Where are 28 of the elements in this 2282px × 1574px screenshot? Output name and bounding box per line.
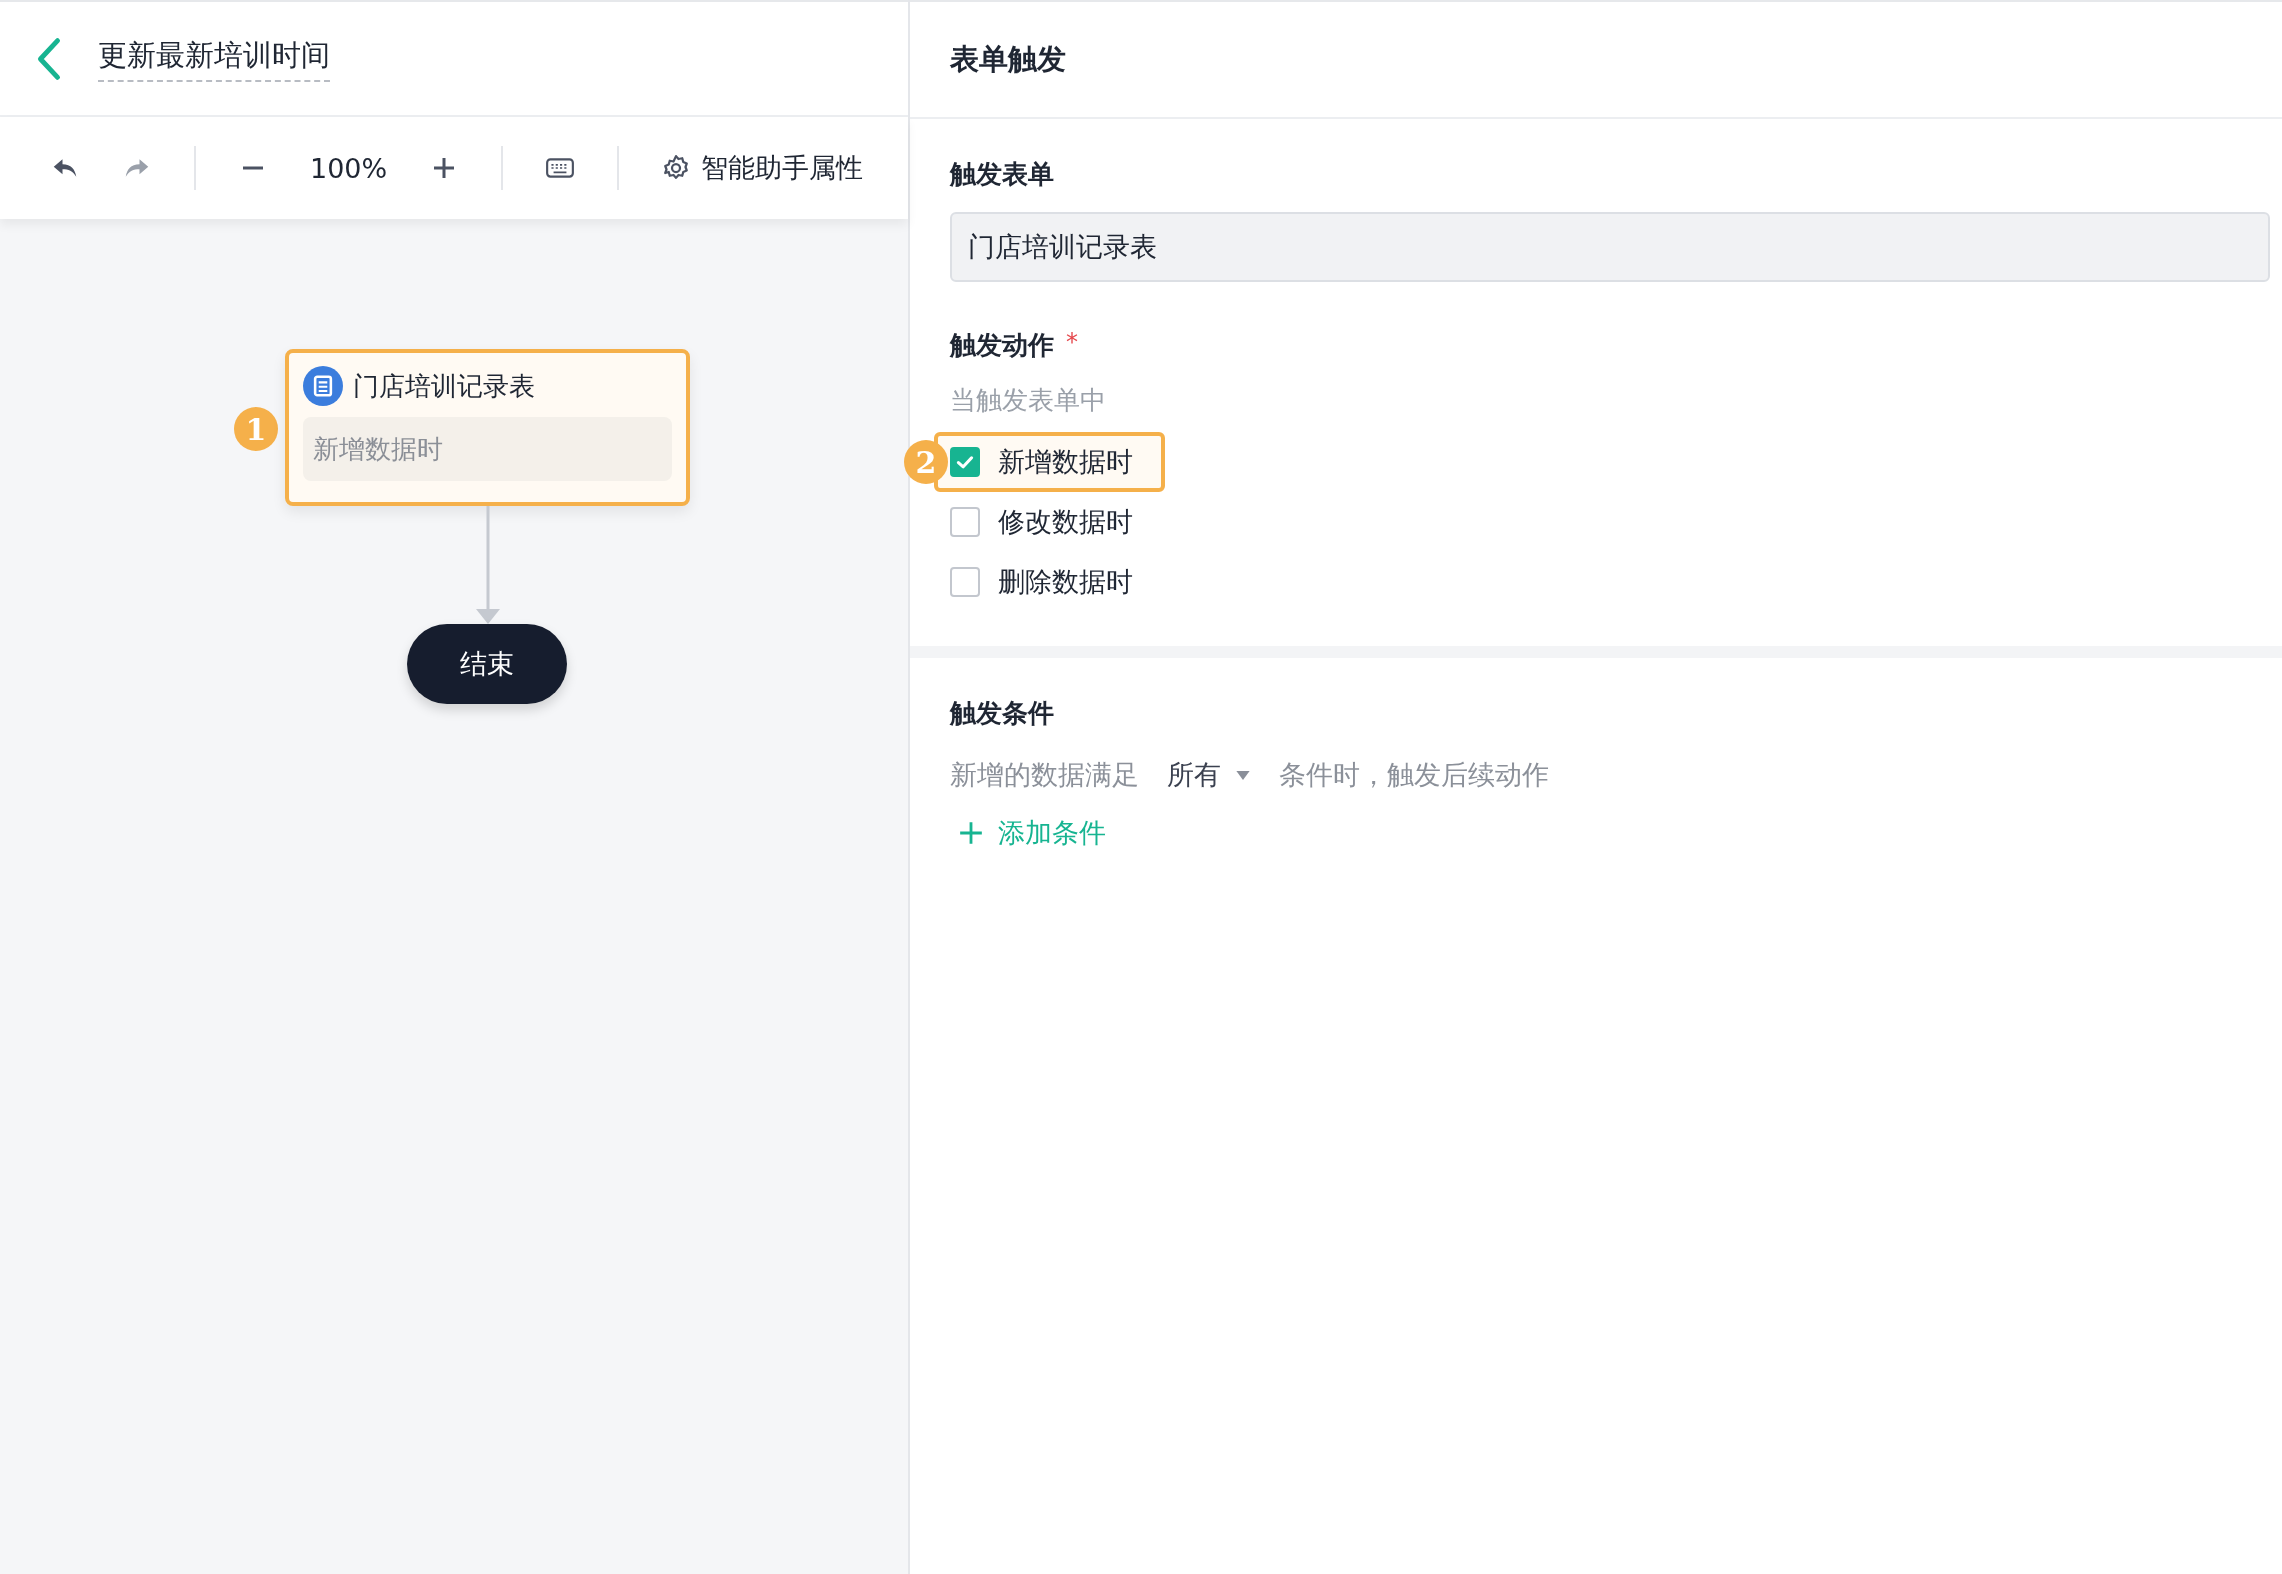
step-badge: 1 [234,407,278,451]
panel-title: 表单触发 [950,40,1066,78]
checkbox-option[interactable]: 新增数据时 [934,432,1165,492]
condition-prefix: 新增的数据满足 [950,758,1139,792]
checkbox[interactable] [950,507,980,537]
plus-icon [958,820,984,846]
trigger-node[interactable]: 门店培训记录表 新增数据时 [285,349,690,506]
zoom-level: 100% [310,152,388,184]
node-title: 门店培训记录表 [353,369,535,403]
form-icon [303,366,343,406]
section-label: 触发表单 [950,158,1054,191]
end-node[interactable]: 结束 [407,624,567,704]
action-hint: 当触发表单中 [950,384,1106,417]
required-mark: * [1066,328,1078,356]
flow-title[interactable]: 更新最新培训时间 [98,35,330,82]
form-field[interactable]: 门店培训记录表 [950,212,2270,282]
section-label: 触发动作 [950,329,1054,362]
condition-suffix: 条件时，触发后续动作 [1279,758,1549,792]
node-event: 新增数据时 [303,417,672,481]
properties-button[interactable]: 智能助手属性 [661,150,864,186]
checkbox-option[interactable]: 修改数据时 [934,492,1165,552]
back-icon[interactable] [36,36,62,81]
match-dropdown[interactable]: 所有 [1167,757,1251,793]
checkbox[interactable] [950,567,980,597]
caret-icon [1235,769,1251,781]
section-label: 触发条件 [950,697,1054,730]
checkbox[interactable] [950,447,980,477]
checkbox-option[interactable]: 删除数据时 [934,552,1165,612]
